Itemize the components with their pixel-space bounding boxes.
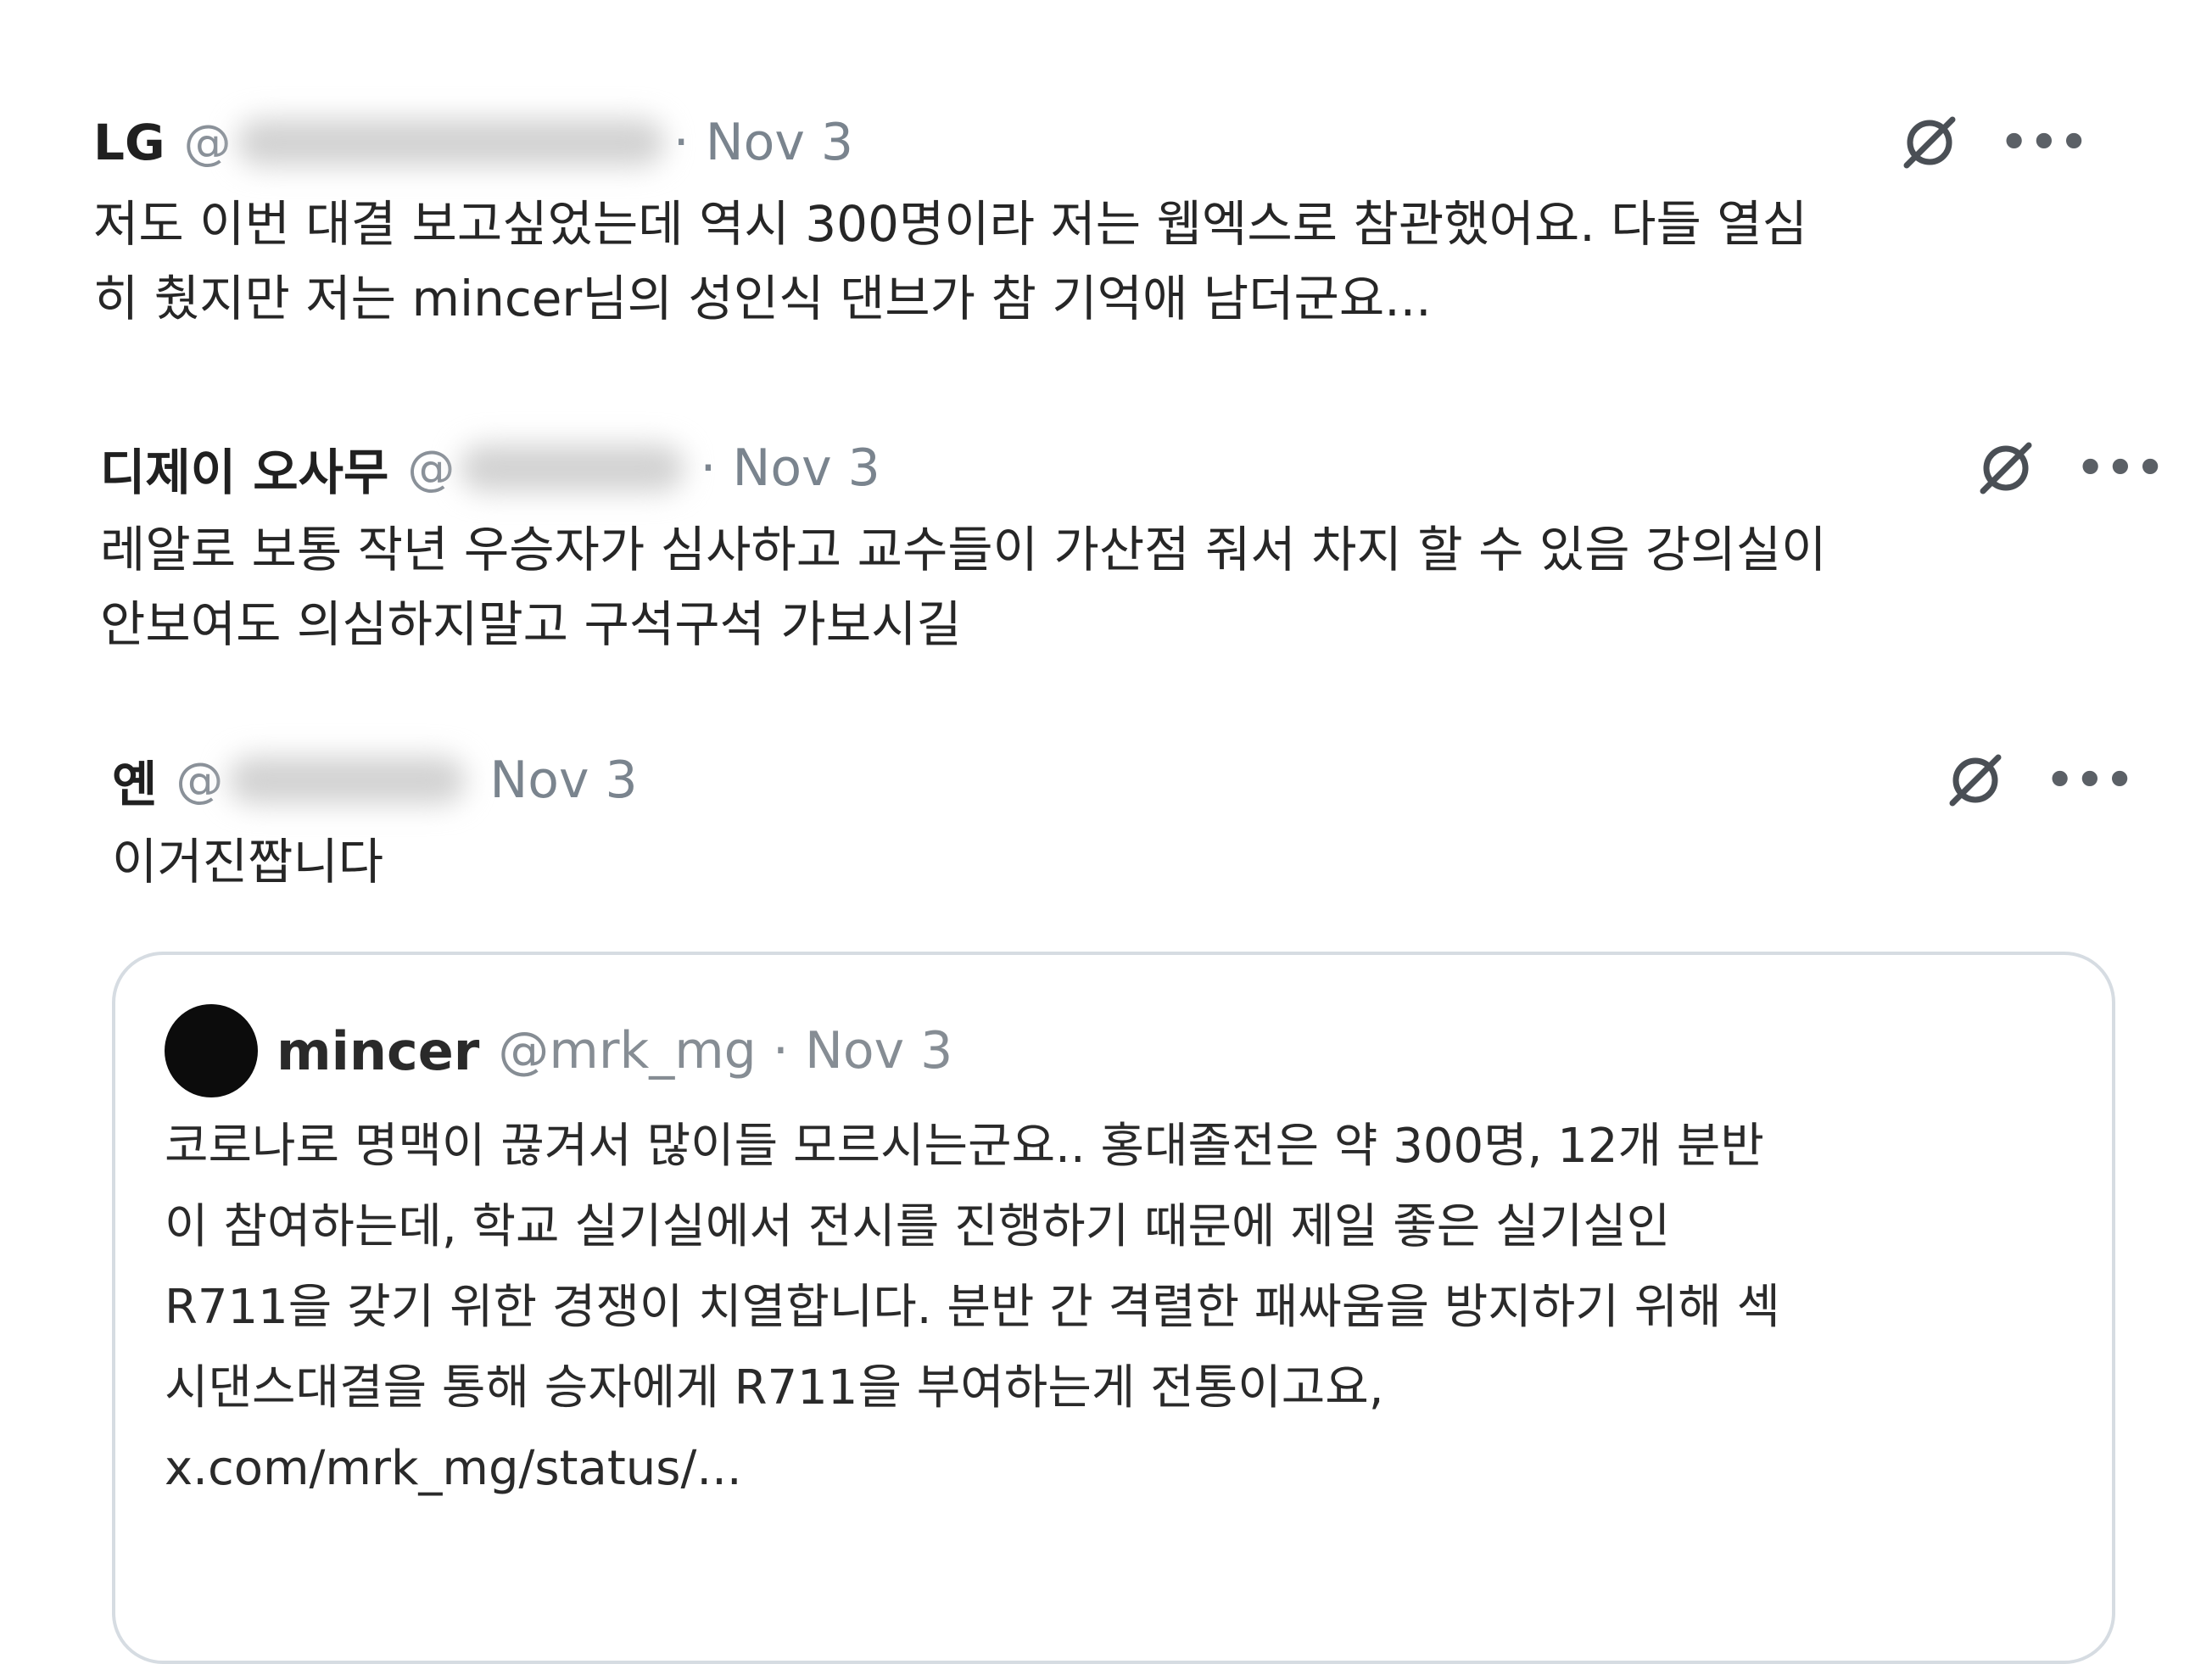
blurred-handle (460, 444, 685, 492)
post-actions: ••• (1944, 746, 2136, 814)
post-3[interactable]: 옌 @ Nov 3 ••• 이거진짭니다 (112, 746, 2148, 891)
quoted-post-card[interactable]: mincer @mrk_mg · Nov 3 코로나로 명맥이 끊겨서 많이들 … (112, 952, 2115, 1664)
post-actions: ••• (1898, 109, 2090, 176)
post-header: 옌 @ Nov 3 (112, 746, 2148, 814)
more-options-icon[interactable]: ••• (2000, 120, 2090, 165)
quote-link[interactable]: x.com/mrk_mg/status/... (165, 1428, 2081, 1509)
post-text-line: 이거진짭니다 (112, 833, 384, 891)
author-name[interactable]: 옌 (112, 745, 157, 816)
author-name[interactable]: 디제이 오사무 (100, 433, 388, 504)
post-text-line: 안보여도 의심하지말고 구석구석 가보시길 (100, 595, 962, 653)
post-text-line: 히 췄지만 저는 mincer님의 성인식 댄브가 참 기억애 남더군요... (93, 270, 1432, 327)
grok-icon[interactable] (1944, 749, 2007, 812)
avatar[interactable] (165, 1004, 258, 1097)
post-1[interactable]: LG @ · Nov 3 ••• 저도 이번 대결 보고싶었는데 역시 300명… (93, 109, 2129, 327)
post-text-line: 레알로 보통 작년 우승자가 심사하고 교수들이 가산점 줘서 차지 할 수 있… (100, 521, 1827, 578)
quote-author-name[interactable]: mincer (276, 1020, 479, 1082)
blurred-handle (236, 119, 665, 166)
post-date[interactable]: Nov 3 (489, 751, 637, 810)
blurred-handle (228, 757, 466, 804)
author-name[interactable]: LG (93, 114, 165, 171)
quote-header: mincer @mrk_mg · Nov 3 (165, 1004, 952, 1097)
author-handle-at[interactable]: @ (184, 115, 232, 170)
post-actions: ••• (1975, 434, 2166, 502)
quote-body: 코로나로 명맥이 끊겨서 많이들 모르시는군요.. 홍대졸전은 약 300명, … (165, 1106, 2081, 1509)
post-header: LG @ · Nov 3 (93, 109, 2129, 176)
more-options-icon[interactable]: ••• (2076, 446, 2166, 490)
quote-text-line: 시댄스대결을 통해 승자에게 R711을 부여하는게 전통이고요, (165, 1360, 1384, 1416)
post-date[interactable]: · Nov 3 (700, 438, 880, 498)
quote-text-line: 이 참여하는데, 학교 실기실에서 전시를 진행하기 때문에 제일 좋은 실기실… (165, 1199, 1671, 1254)
grok-icon[interactable] (1898, 111, 1961, 174)
quote-text-line: 코로나로 명맥이 끊겨서 많이들 모르시는군요.. 홍대졸전은 약 300명, … (165, 1119, 1764, 1174)
more-options-icon[interactable]: ••• (2046, 758, 2136, 802)
quote-text-line: R711을 갖기 위한 경쟁이 치열합니다. 분반 간 격렬한 패싸움을 방지하… (165, 1280, 1781, 1335)
author-handle-at[interactable]: @ (407, 441, 455, 496)
quote-handle-date[interactable]: @mrk_mg · Nov 3 (498, 1021, 952, 1080)
grok-icon[interactable] (1975, 437, 2037, 500)
author-handle-at[interactable]: @ (176, 753, 223, 808)
post-date[interactable]: · Nov 3 (673, 113, 854, 172)
post-2[interactable]: 디제이 오사무 @ · Nov 3 ••• 레알로 보통 작년 우승자가 심사하… (100, 434, 2170, 653)
post-header: 디제이 오사무 @ · Nov 3 (100, 434, 2170, 502)
post-text-line: 저도 이번 대결 보고싶었는데 역시 300명이라 저는 웹엑스로 참관했어요.… (93, 195, 1808, 253)
